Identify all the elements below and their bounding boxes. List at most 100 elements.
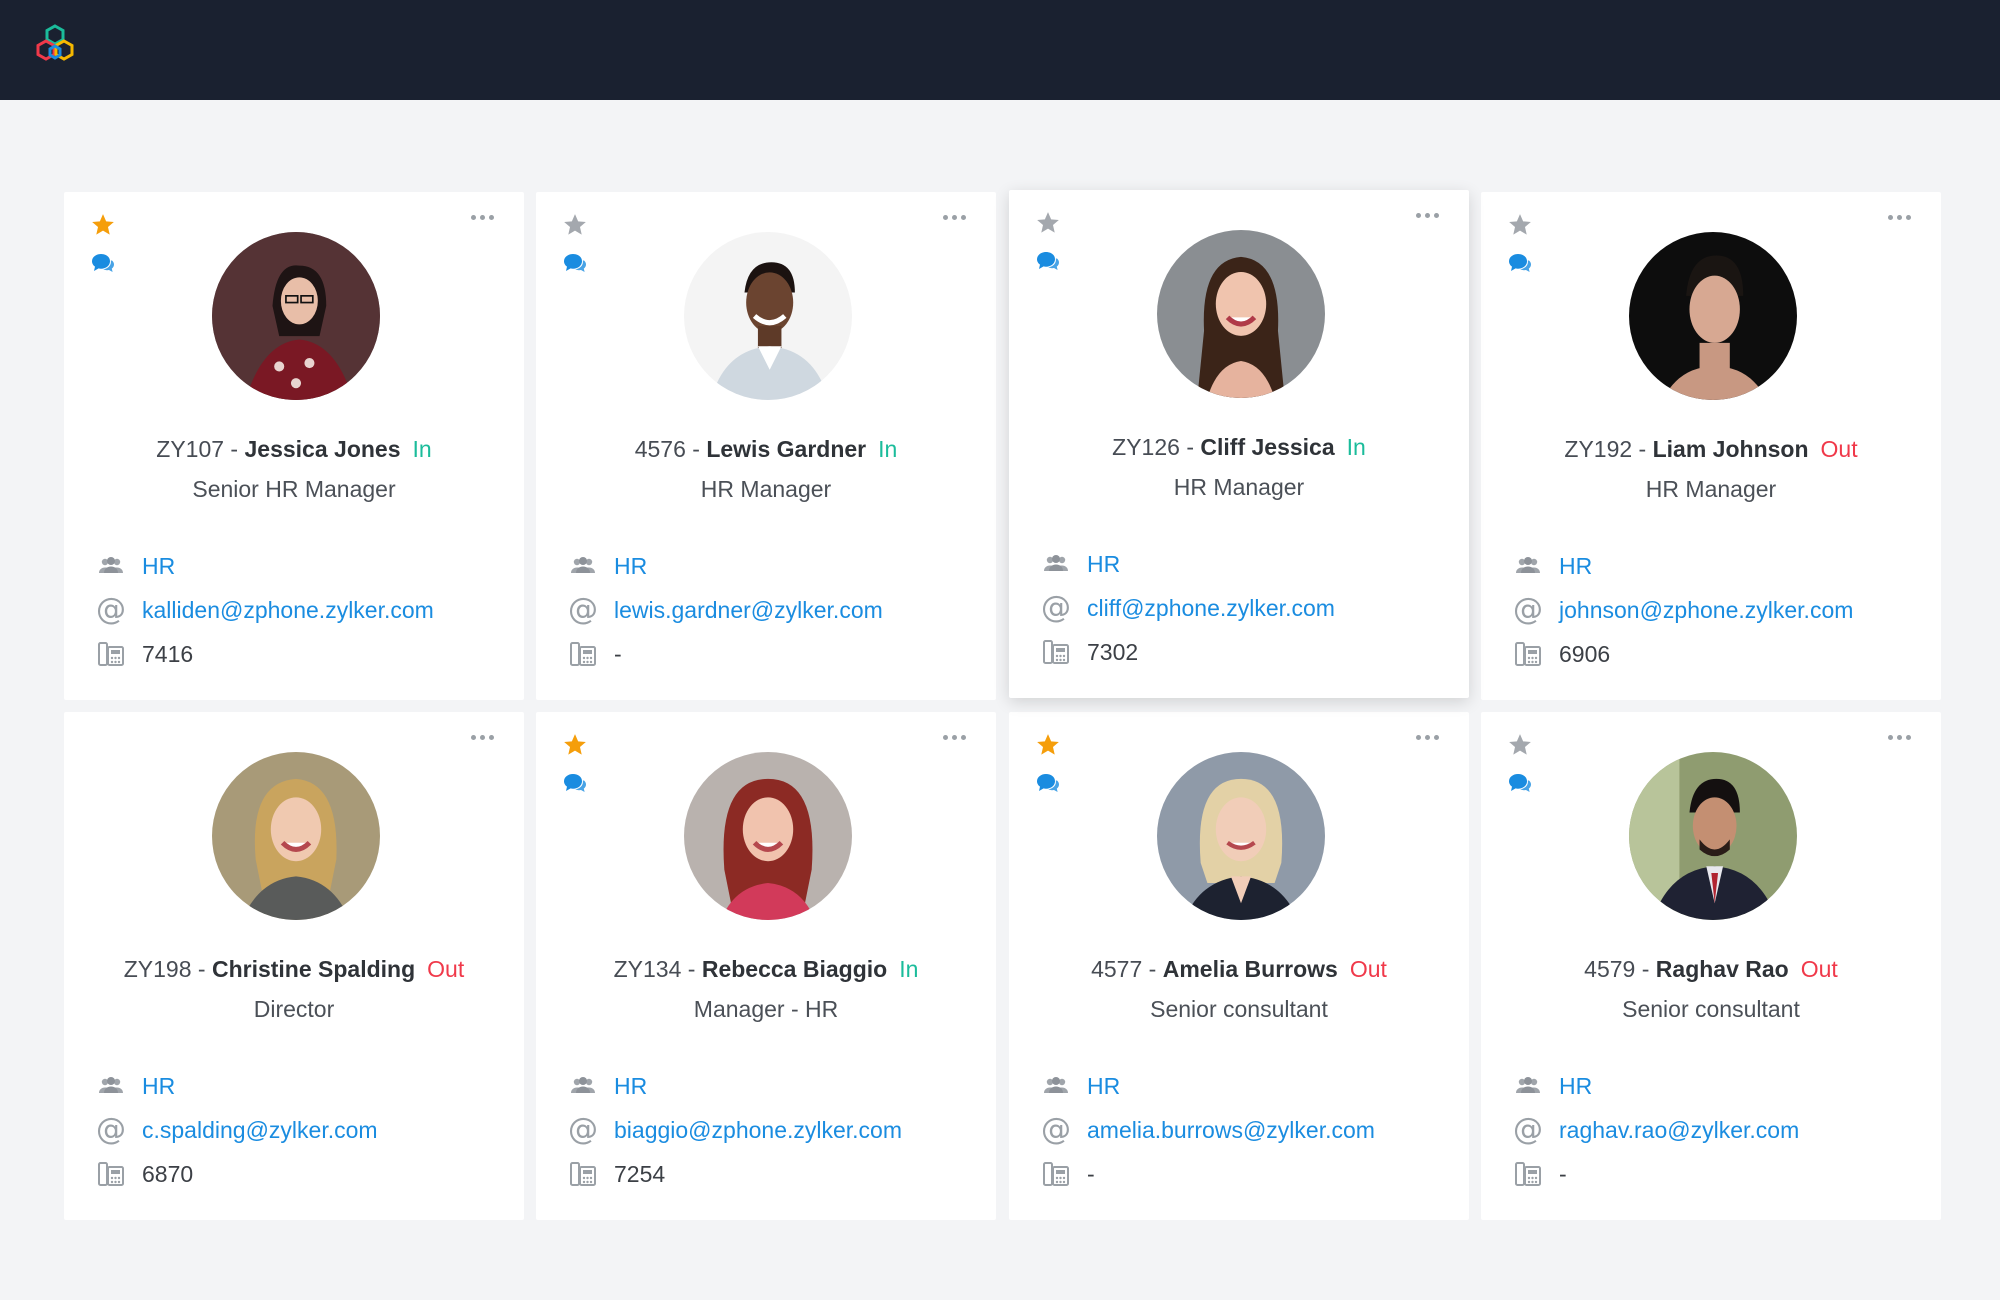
chat-icon[interactable] [1036, 250, 1060, 272]
more-options-button[interactable] [934, 724, 974, 750]
department-row: HR [1513, 1070, 1592, 1102]
chat-icon[interactable] [91, 252, 115, 274]
extension-number: - [1559, 1160, 1567, 1187]
at-icon: @ [1041, 590, 1071, 625]
email-row: @ lewis.gardner@zylker.com [568, 594, 883, 626]
extension-row: 7302 [1041, 636, 1138, 668]
group-icon [96, 1071, 126, 1101]
email-row: @ cliff@zphone.zylker.com [1041, 592, 1335, 624]
email-link[interactable]: cliff@zphone.zylker.com [1087, 595, 1335, 622]
status-badge: Out [427, 956, 465, 982]
favorite-star-icon[interactable] [562, 212, 588, 238]
id-separator: - [1635, 956, 1656, 982]
job-title: Senior HR Manager [192, 476, 396, 502]
contact-card[interactable]: 4576 - Lewis Gardner In HR Manager HR @ l… [536, 192, 996, 700]
avatar [212, 752, 380, 920]
contact-title: 4576 - Lewis Gardner In [536, 436, 996, 463]
contact-title: ZY134 - Rebecca Biaggio In [536, 956, 996, 983]
department-link[interactable]: HR [1087, 1073, 1120, 1100]
contact-name[interactable]: Christine Spalding [212, 956, 415, 982]
top-bar [0, 0, 2000, 100]
employee-id: ZY192 [1564, 436, 1633, 462]
extension-number: - [614, 640, 622, 667]
contact-name[interactable]: Cliff Jessica [1200, 434, 1334, 460]
chat-icon[interactable] [1508, 772, 1532, 794]
more-options-button[interactable] [1407, 724, 1447, 750]
contact-name[interactable]: Rebecca Biaggio [702, 956, 887, 982]
email-link[interactable]: biaggio@zphone.zylker.com [614, 1117, 902, 1144]
favorite-star-icon[interactable] [90, 212, 116, 238]
contact-card[interactable]: ZY107 - Jessica Jones In Senior HR Manage… [64, 192, 524, 700]
department-row: HR [1041, 548, 1120, 580]
at-icon: @ [1041, 1112, 1071, 1147]
contact-name[interactable]: Liam Johnson [1653, 436, 1809, 462]
favorite-star-icon[interactable] [1035, 732, 1061, 758]
department-link[interactable]: HR [1559, 553, 1592, 580]
extension-number: 7416 [142, 640, 194, 667]
contact-name[interactable]: Amelia Burrows [1163, 956, 1338, 982]
more-options-button[interactable] [462, 724, 502, 750]
department-link[interactable]: HR [142, 1073, 175, 1100]
department-link[interactable]: HR [614, 553, 647, 580]
extension-row: 6870 [96, 1158, 193, 1190]
more-options-button[interactable] [1879, 204, 1919, 230]
more-options-button[interactable] [462, 204, 502, 230]
contact-card[interactable]: ZY198 - Christine Spalding Out Director H… [64, 712, 524, 1220]
contact-card[interactable]: ZY192 - Liam Johnson Out HR Manager HR @ … [1481, 192, 1941, 700]
contact-card[interactable]: 4577 - Amelia Burrows Out Senior consulta… [1009, 712, 1469, 1220]
department-link[interactable]: HR [614, 1073, 647, 1100]
employee-id: 4576 [634, 436, 686, 462]
at-icon: @ [1513, 1112, 1543, 1147]
favorite-star-icon[interactable] [1035, 210, 1061, 236]
desk-phone-icon [1041, 1159, 1071, 1189]
chat-icon[interactable] [1036, 772, 1060, 794]
more-options-button[interactable] [1879, 724, 1919, 750]
email-link[interactable]: kalliden@zphone.zylker.com [142, 597, 434, 624]
group-icon [96, 551, 126, 581]
contact-name[interactable]: Jessica Jones [245, 436, 401, 462]
more-options-button[interactable] [1407, 202, 1447, 228]
email-row: @ kalliden@zphone.zylker.com [96, 594, 434, 626]
app-logo[interactable] [32, 22, 78, 68]
chat-icon[interactable] [563, 252, 587, 274]
contact-card[interactable]: ZY134 - Rebecca Biaggio In Manager - HR H… [536, 712, 996, 1220]
desk-phone-icon [1041, 637, 1071, 667]
id-separator: - [1179, 434, 1201, 460]
email-row: @ raghav.rao@zylker.com [1513, 1114, 1799, 1146]
department-link[interactable]: HR [142, 553, 175, 580]
desk-phone-icon [568, 1159, 598, 1189]
chat-icon[interactable] [1508, 252, 1532, 274]
job-title: HR Manager [1173, 474, 1305, 500]
extension-number: 6870 [142, 1160, 194, 1187]
id-separator: - [191, 956, 212, 982]
favorite-star-icon[interactable] [1507, 212, 1533, 238]
more-options-button[interactable] [934, 204, 974, 230]
group-icon [1513, 551, 1543, 581]
desk-phone-icon [96, 639, 126, 669]
department-row: HR [1513, 550, 1592, 582]
email-link[interactable]: c.spalding@zylker.com [142, 1117, 378, 1144]
email-link[interactable]: johnson@zphone.zylker.com [1559, 597, 1853, 624]
email-link[interactable]: amelia.burrows@zylker.com [1087, 1117, 1375, 1144]
favorite-star-icon[interactable] [562, 732, 588, 758]
department-link[interactable]: HR [1559, 1073, 1592, 1100]
department-row: HR [1041, 1070, 1120, 1102]
group-icon [1041, 549, 1071, 579]
department-link[interactable]: HR [1087, 551, 1120, 578]
contact-name[interactable]: Lewis Gardner [706, 436, 866, 462]
email-link[interactable]: raghav.rao@zylker.com [1559, 1117, 1799, 1144]
chat-icon[interactable] [563, 772, 587, 794]
at-icon: @ [96, 1112, 126, 1147]
id-separator: - [1142, 956, 1163, 982]
contact-card[interactable]: 4579 - Raghav Rao Out Senior consultant H… [1481, 712, 1941, 1220]
contact-name[interactable]: Raghav Rao [1656, 956, 1789, 982]
avatar [212, 232, 380, 400]
avatar [684, 752, 852, 920]
email-link[interactable]: lewis.gardner@zylker.com [614, 597, 883, 624]
contact-card[interactable]: ZY126 - Cliff Jessica In HR Manager HR @ … [1009, 190, 1469, 698]
avatar [1629, 232, 1797, 400]
favorite-star-icon[interactable] [1507, 732, 1533, 758]
id-separator: - [1632, 436, 1653, 462]
email-row: @ c.spalding@zylker.com [96, 1114, 378, 1146]
id-separator: - [224, 436, 245, 462]
